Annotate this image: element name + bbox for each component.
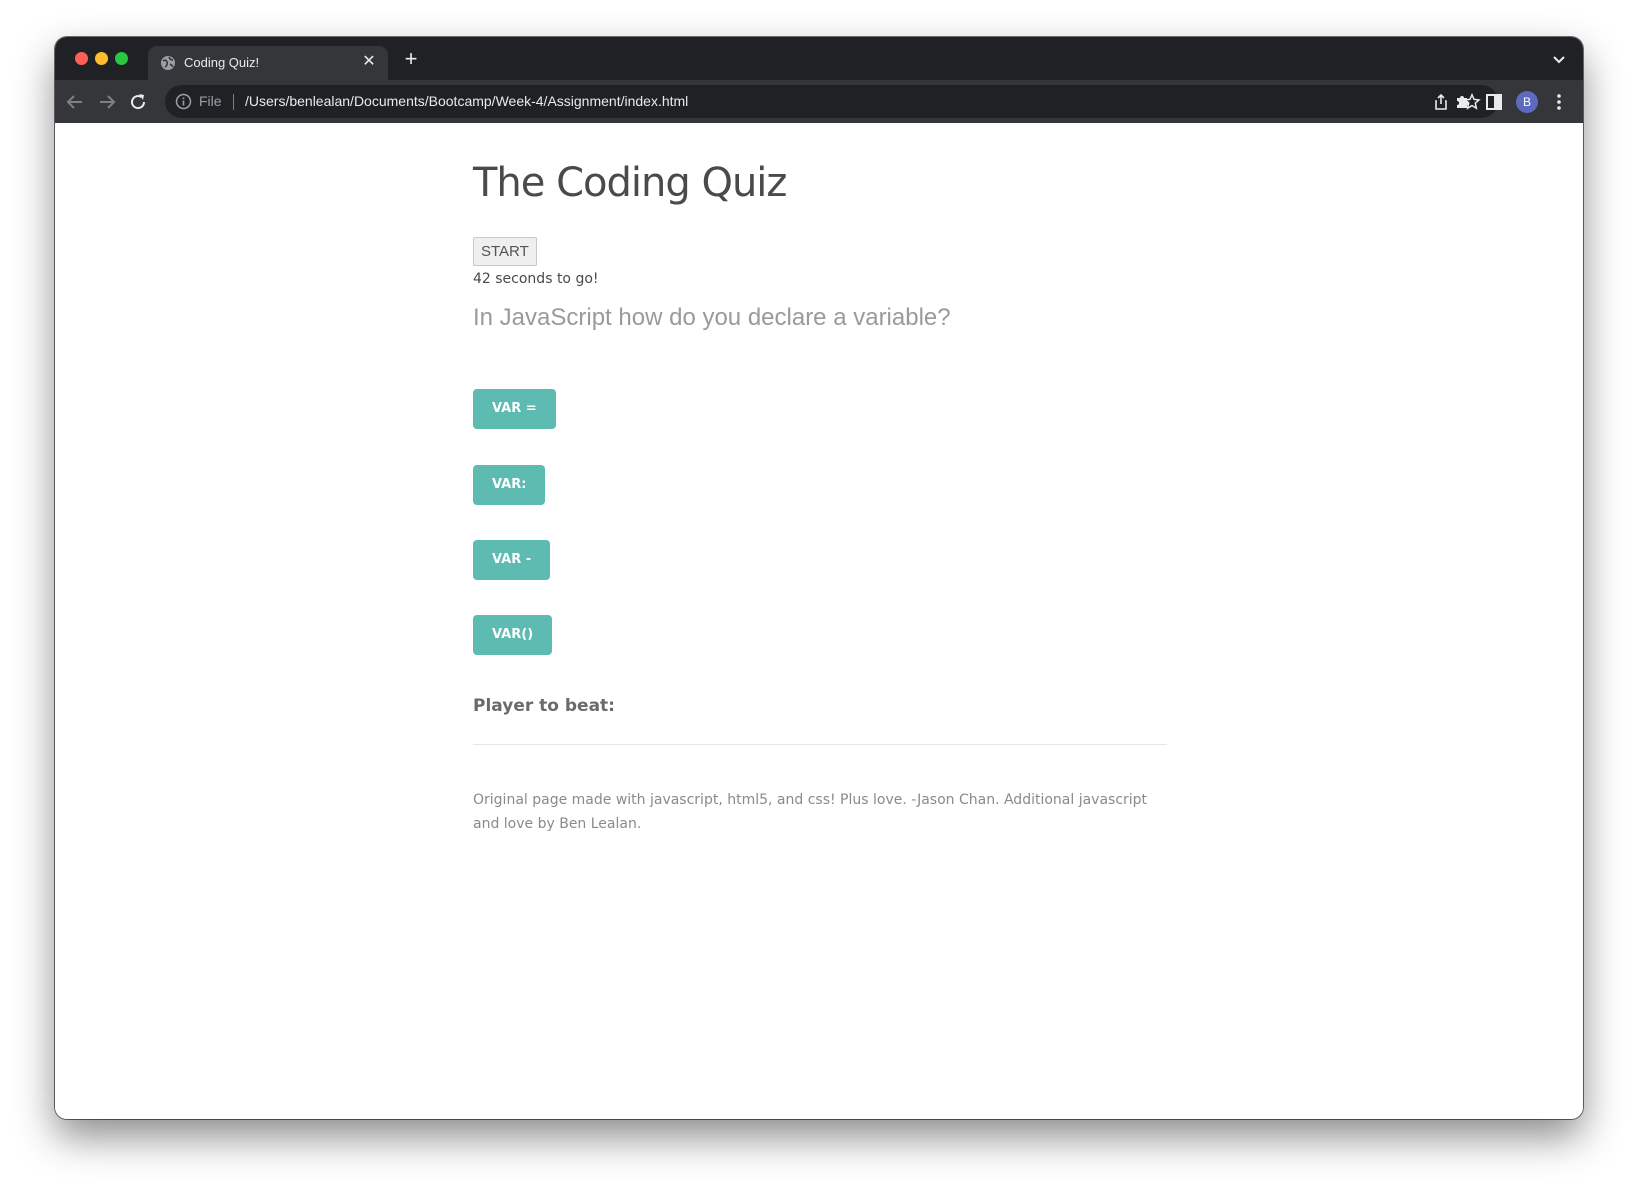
answer-button-1[interactable]: VAR = xyxy=(473,389,556,429)
timer-text: 42 seconds to go! xyxy=(473,271,599,287)
tab-coding-quiz[interactable]: Coding Quiz! ✕ xyxy=(148,46,388,80)
side-panel-icon[interactable] xyxy=(1482,90,1506,114)
url-text[interactable]: /Users/benlealan/Documents/Bootcamp/Week… xyxy=(245,93,688,109)
share-icon[interactable] xyxy=(1432,93,1450,111)
answer-button-2[interactable]: VAR: xyxy=(473,465,546,505)
player-to-beat-label: Player to beat: xyxy=(473,696,615,716)
kebab-menu-icon[interactable] xyxy=(1547,90,1571,114)
globe-icon xyxy=(161,56,175,70)
plus-icon[interactable]: + xyxy=(399,47,423,71)
chevron-down-icon[interactable] xyxy=(1549,49,1569,69)
arrow-right-icon[interactable] xyxy=(95,90,119,114)
maximize-window-button[interactable] xyxy=(115,52,128,65)
answer-button-4[interactable]: VAR() xyxy=(473,615,553,655)
divider xyxy=(473,744,1167,745)
browser-toolbar: File /Users/benlealan/Documents/Bootcamp… xyxy=(55,80,1583,123)
close-icon[interactable]: ✕ xyxy=(360,53,378,71)
close-window-button[interactable] xyxy=(75,52,88,65)
address-bar[interactable]: File /Users/benlealan/Documents/Bootcamp… xyxy=(165,85,1498,118)
reload-icon[interactable] xyxy=(126,90,150,114)
page-content: The Coding Quiz START 42 seconds to go! … xyxy=(55,123,1583,1119)
question-text: In JavaScript how do you declare a varia… xyxy=(473,304,951,331)
avatar[interactable]: B xyxy=(1516,91,1538,113)
info-icon[interactable] xyxy=(175,93,192,110)
footer-text: Original page made with javascript, html… xyxy=(473,792,1148,832)
arrow-left-icon[interactable] xyxy=(63,90,87,114)
start-button[interactable]: START xyxy=(473,237,537,266)
browser-window: Coding Quiz! ✕ + File /Users/benlealan/D… xyxy=(55,37,1583,1119)
url-scheme-label: File xyxy=(199,93,222,109)
divider xyxy=(233,94,234,110)
tab-strip: Coding Quiz! ✕ + xyxy=(55,37,1583,80)
minimize-window-button[interactable] xyxy=(95,52,108,65)
puzzle-icon[interactable] xyxy=(1451,90,1475,114)
answer-button-3[interactable]: VAR - xyxy=(473,540,551,580)
tab-title: Coding Quiz! xyxy=(184,55,260,70)
page-title: The Coding Quiz xyxy=(473,160,787,206)
